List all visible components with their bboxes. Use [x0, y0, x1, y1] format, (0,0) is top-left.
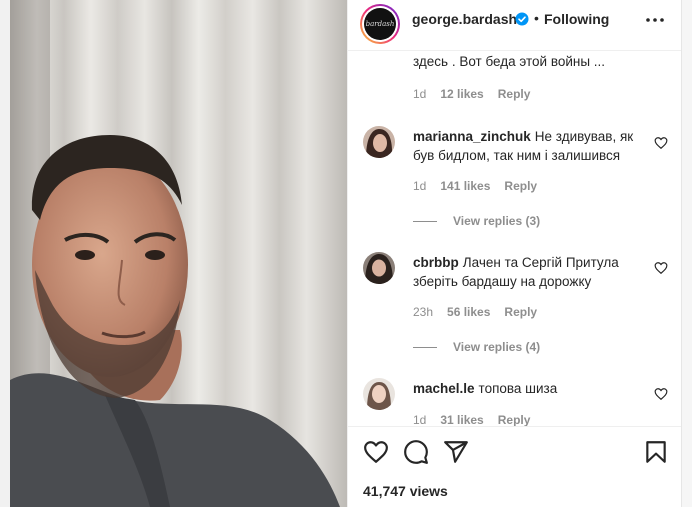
- post-window: bardash george.bardash • Following здесь…: [0, 0, 692, 507]
- comment-like-icon[interactable]: [654, 387, 668, 401]
- share-icon[interactable]: [443, 439, 469, 465]
- view-replies-button[interactable]: View replies (4): [413, 340, 540, 354]
- author-avatar[interactable]: bardash: [360, 4, 400, 44]
- reply-button[interactable]: Reply: [504, 305, 537, 319]
- comments-list[interactable]: здесь . Вот беда этой войны ... 1d 12 lik…: [348, 51, 682, 426]
- views-count: 41,747 views: [363, 483, 448, 499]
- post-video[interactable]: [10, 0, 347, 507]
- comment-icon[interactable]: [403, 439, 429, 465]
- following-button[interactable]: Following: [544, 11, 609, 27]
- comment-body: здесь . Вот беда этой войны ...: [413, 54, 606, 69]
- commenter-avatar[interactable]: [363, 252, 395, 284]
- view-replies-label: View replies (4): [453, 340, 541, 354]
- reply-button[interactable]: Reply: [504, 179, 537, 193]
- post-actions-bar: 41,747 views: [348, 426, 682, 508]
- replies-line: [413, 221, 437, 223]
- video-frame: [10, 0, 347, 507]
- avatar-inner: bardash: [362, 6, 398, 42]
- commenter-photo: [363, 126, 395, 158]
- commenter-photo: [363, 252, 395, 284]
- comment-likes[interactable]: 12 likes: [440, 87, 483, 101]
- commenter-photo: [363, 378, 395, 410]
- comment-time[interactable]: 1d: [413, 87, 426, 101]
- separator-dot: •: [534, 10, 539, 26]
- comment-time[interactable]: 1d: [413, 413, 426, 426]
- comment-username[interactable]: cbrbbp: [413, 255, 459, 270]
- comment-username[interactable]: machel.le: [413, 381, 475, 396]
- comment-username[interactable]: marianna_zinchuk: [413, 129, 531, 144]
- bookmark-icon[interactable]: [643, 439, 669, 465]
- comment-body: топова шиза: [478, 381, 558, 396]
- author-username[interactable]: george.bardash: [412, 11, 517, 27]
- comment-like-icon[interactable]: [654, 261, 668, 275]
- comment-time[interactable]: 23h: [413, 305, 433, 319]
- reply-button[interactable]: Reply: [498, 87, 531, 101]
- comment-meta: 1d 141 likes Reply: [413, 179, 551, 193]
- left-edge: [0, 0, 10, 507]
- comment-time[interactable]: 1d: [413, 179, 426, 193]
- comment-likes[interactable]: 56 likes: [447, 305, 490, 319]
- comment-text: здесь . Вот беда этой войны ...: [413, 52, 648, 71]
- replies-line: [413, 347, 437, 349]
- comment-text: cbrbbp Лачен та Сергій Притула зберіть ба…: [413, 253, 648, 291]
- view-replies-button[interactable]: View replies (3): [413, 214, 540, 228]
- avatar-logo: bardash: [364, 8, 396, 40]
- comment-meta: 1d 12 likes Reply: [413, 87, 544, 101]
- comment-meta: 23h 56 likes Reply: [413, 305, 551, 319]
- comment-text: marianna_zinchuk Не здивував, як був бидл…: [413, 127, 648, 165]
- post-side-panel: bardash george.bardash • Following здесь…: [347, 0, 682, 507]
- verified-badge-icon: [515, 12, 529, 26]
- comment-like-icon[interactable]: [654, 136, 668, 150]
- more-icon[interactable]: [644, 9, 666, 31]
- comment-likes[interactable]: 141 likes: [440, 179, 490, 193]
- comment-likes[interactable]: 31 likes: [440, 413, 483, 426]
- comment-meta: 1d 31 likes Reply: [413, 413, 544, 426]
- reply-button[interactable]: Reply: [498, 413, 531, 426]
- scrollbar[interactable]: [681, 0, 692, 507]
- view-replies-label: View replies (3): [453, 214, 541, 228]
- commenter-avatar[interactable]: [363, 378, 395, 410]
- commenter-avatar[interactable]: [363, 126, 395, 158]
- post-header: bardash george.bardash • Following: [348, 0, 682, 51]
- comment-text: machel.le топова шиза: [413, 379, 648, 398]
- heart-icon[interactable]: [363, 439, 389, 465]
